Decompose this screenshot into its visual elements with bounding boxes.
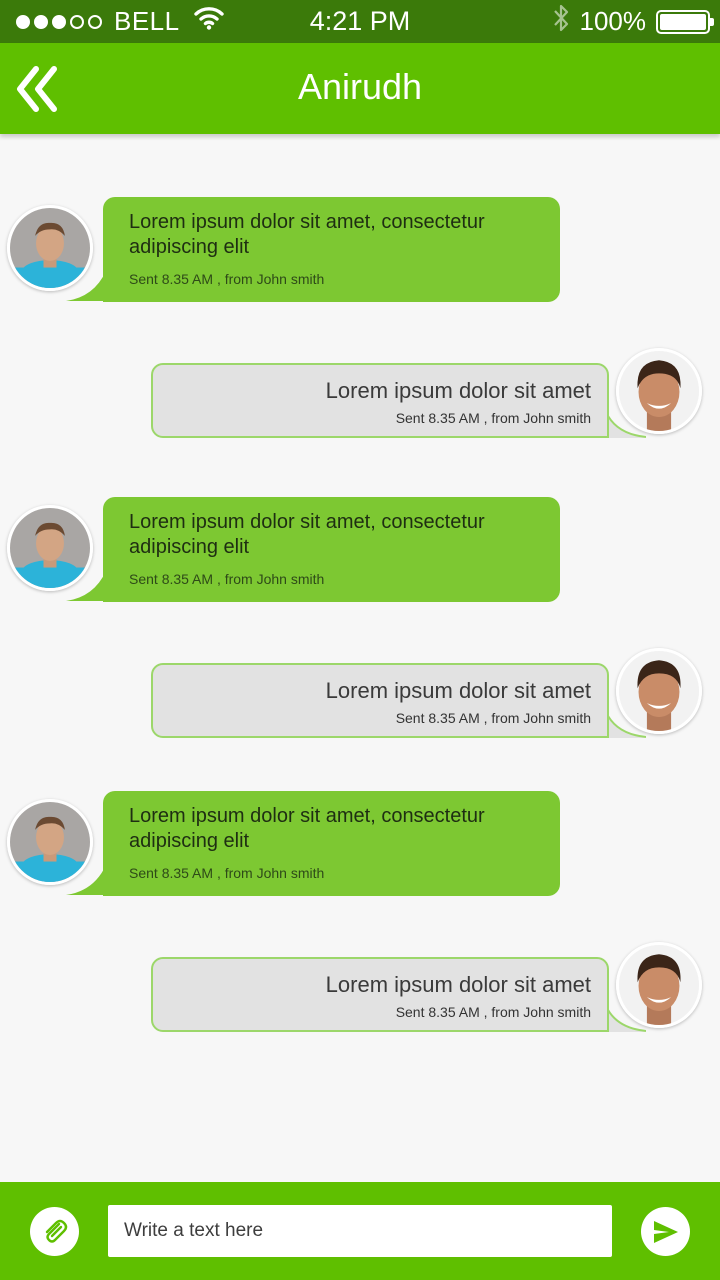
battery-percentage: 100% (579, 6, 647, 36)
outgoing-bubble: Lorem ipsum dolor sit amet Sent 8.35 AM … (151, 363, 609, 438)
message-outgoing: Lorem ipsum dolor sit amet Sent 8.35 AM … (0, 942, 720, 1034)
message-text: Lorem ipsum dolor sit amet, consectetur … (129, 511, 485, 558)
message-text: Lorem ipsum dolor sit amet (325, 378, 591, 403)
message-input[interactable] (108, 1205, 612, 1257)
composer-bar (0, 1182, 720, 1280)
message-meta: Sent 8.35 AM , from John smith (129, 865, 325, 881)
message-meta: Sent 8.35 AM , from John smith (129, 271, 325, 287)
user-avatar (616, 942, 702, 1028)
message-outgoing: Lorem ipsum dolor sit amet Sent 8.35 AM … (0, 648, 720, 740)
message-incoming: Lorem ipsum dolor sit amet, consectetur … (0, 196, 720, 306)
bubble-tail (66, 571, 106, 601)
message-meta: Sent 8.35 AM , from John smith (395, 710, 591, 726)
message-text: Lorem ipsum dolor sit amet (325, 678, 591, 703)
send-button[interactable] (641, 1207, 690, 1256)
outgoing-bubble: Lorem ipsum dolor sit amet Sent 8.35 AM … (151, 957, 609, 1032)
message-text: Lorem ipsum dolor sit amet, consectetur … (129, 211, 485, 258)
message-incoming: Lorem ipsum dolor sit amet, consectetur … (0, 496, 720, 606)
message-outgoing: Lorem ipsum dolor sit amet Sent 8.35 AM … (0, 348, 720, 440)
message-meta: Sent 8.35 AM , from John smith (395, 1004, 591, 1020)
chat-header: Anirudh (0, 43, 720, 134)
incoming-bubble: Lorem ipsum dolor sit amet, consectetur … (103, 791, 560, 896)
contact-name: Anirudh (297, 66, 423, 107)
attach-button[interactable] (30, 1207, 79, 1256)
bubble-tail (66, 865, 106, 895)
message-meta: Sent 8.35 AM , from John smith (395, 410, 591, 426)
message-incoming: Lorem ipsum dolor sit amet, consectetur … (0, 790, 720, 900)
bluetooth-icon (552, 3, 570, 40)
outgoing-bubble: Lorem ipsum dolor sit amet Sent 8.35 AM … (151, 663, 609, 738)
battery-icon (656, 9, 714, 34)
bubble-tail (66, 271, 106, 301)
user-avatar (616, 648, 702, 734)
status-right: 100% (552, 0, 714, 43)
message-meta: Sent 8.35 AM , from John smith (129, 571, 325, 587)
incoming-bubble: Lorem ipsum dolor sit amet, consectetur … (103, 197, 560, 302)
user-avatar (616, 348, 702, 434)
message-text: Lorem ipsum dolor sit amet (325, 972, 591, 997)
send-icon (653, 1220, 678, 1243)
status-bar: BELL 4:21 PM 100% (0, 0, 720, 43)
message-text: Lorem ipsum dolor sit amet, consectetur … (129, 805, 485, 852)
incoming-bubble: Lorem ipsum dolor sit amet, consectetur … (103, 497, 560, 602)
paperclip-icon (45, 1219, 67, 1243)
